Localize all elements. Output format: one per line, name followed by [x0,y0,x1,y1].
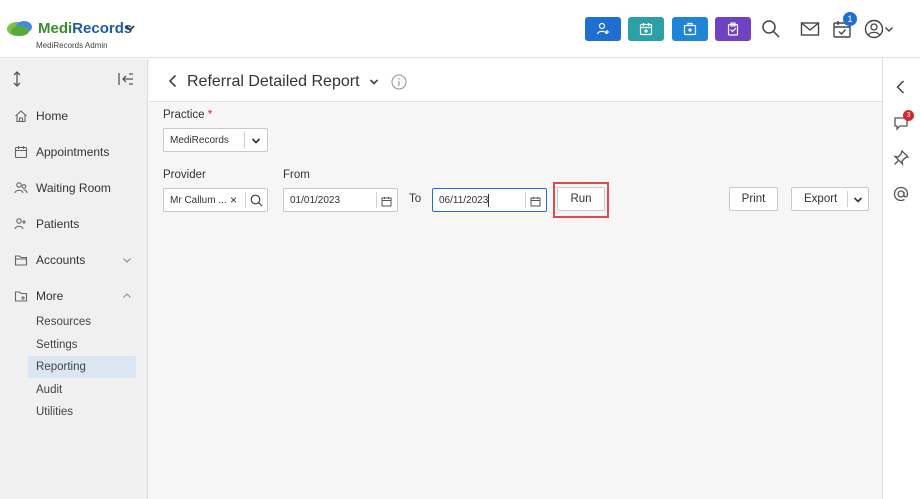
add-patient-button[interactable] [585,17,621,41]
export-label: Export [804,193,838,205]
divider [525,192,526,208]
divider [245,192,246,208]
chevron-down-icon [885,27,893,32]
sidebar-item-accounts[interactable]: Accounts [0,245,148,275]
divider [847,191,848,207]
chevron-down-icon [251,138,261,144]
sidebar-item-label: Home [36,109,69,123]
sidebar-item-more[interactable]: More [0,281,148,311]
at-sign-icon[interactable] [892,185,910,203]
sidebar-item-appointments[interactable]: Appointments [0,137,148,167]
text-cursor [488,194,489,207]
right-rail: 3 [882,59,920,499]
collapse-sidebar-icon[interactable] [118,72,134,86]
sidebar-toolbar [0,59,148,99]
sidebar-subitem-audit[interactable]: Audit [28,379,136,401]
resize-vertical-icon[interactable] [11,71,23,87]
sidebar-subitem-utilities[interactable]: Utilities [28,401,136,423]
to-date-value: 06/11/2023 [439,195,489,206]
mail-button[interactable] [799,18,821,40]
info-icon[interactable] [391,74,407,90]
notification-badge: 1 [843,12,857,26]
back-chevron-icon[interactable] [167,74,179,88]
calendar-icon [14,146,28,159]
chevron-down-icon[interactable] [369,77,379,87]
pin-icon[interactable] [892,149,910,167]
chevron-down-icon[interactable] [124,22,136,34]
brand-part1: Medi [38,20,73,37]
chevron-up-icon [123,293,131,298]
patients-icon [14,218,26,230]
brand-subtitle: MediRecords Admin [36,41,108,50]
sidebar-subitem-reporting[interactable]: Reporting [28,356,136,378]
print-button[interactable]: Print [729,187,778,211]
sidebar-item-patients[interactable]: Patients [0,209,148,239]
chevron-down-icon[interactable] [853,195,863,205]
medirecords-logo-icon [7,21,32,36]
provider-label: Provider [163,169,206,181]
folder-plus-icon [14,291,28,302]
folder-icon [14,255,28,266]
sidebar-item-label: More [36,289,64,303]
export-button[interactable]: Export [791,187,869,211]
sidebar-subitem-settings[interactable]: Settings [28,334,136,356]
calendar-icon[interactable] [381,196,392,207]
mail-icon [800,22,820,36]
sidebar: Home Appointments Waiting Room Patients … [0,59,148,499]
sidebar-subitem-resources[interactable]: Resources [28,311,136,333]
to-date-field[interactable]: 06/11/2023 [432,188,547,212]
divider [376,192,377,208]
divider [244,132,245,148]
from-label: From [283,169,310,181]
clipboard-button[interactable] [715,17,751,41]
messages-badge: 3 [903,110,914,121]
brand-name[interactable]: MediRecords [38,20,132,37]
user-circle-icon [864,19,884,39]
practice-select[interactable]: MediRecords [163,128,268,152]
calendar-add-icon [639,23,653,36]
practice-label-text: Practice [163,109,205,121]
page-title: Referral Detailed Report [187,73,360,90]
calendar-icon[interactable] [530,196,541,207]
home-icon [15,110,27,123]
to-label: To [409,193,422,205]
search-button[interactable] [760,18,782,40]
sidebar-item-label: Waiting Room [36,181,111,195]
clipboard-icon [727,22,739,36]
chevron-left-icon[interactable] [892,78,910,96]
clinical-button[interactable] [672,17,708,41]
new-appointment-button[interactable] [628,17,664,41]
required-marker: * [207,109,213,121]
add-person-icon [596,22,609,35]
sidebar-item-label: Accounts [36,253,86,267]
provider-value: Mr Callum ... [170,195,227,206]
from-date-field[interactable]: 01/01/2023 [283,188,398,212]
page-header: Referral Detailed Report [149,59,882,102]
top-bar: MediRecords MediRecords Admin 1 [0,0,920,58]
clear-provider-button[interactable]: × [230,193,237,207]
from-date-value: 01/01/2023 [290,195,341,206]
user-menu-button[interactable] [862,18,896,40]
search-icon[interactable] [250,194,263,207]
run-button[interactable]: Run [557,187,605,211]
sidebar-item-waiting-room[interactable]: Waiting Room [0,173,148,203]
people-icon [14,182,28,194]
sidebar-item-label: Appointments [36,145,110,159]
practice-value: MediRecords [170,135,229,146]
medical-kit-icon [683,22,697,36]
provider-field[interactable]: Mr Callum ... × [163,188,268,212]
sidebar-item-label: Patients [36,217,80,231]
sidebar-item-home[interactable]: Home [0,101,148,131]
practice-label: Practice * [163,109,212,121]
chevron-down-icon [123,258,131,263]
search-icon [762,20,780,38]
